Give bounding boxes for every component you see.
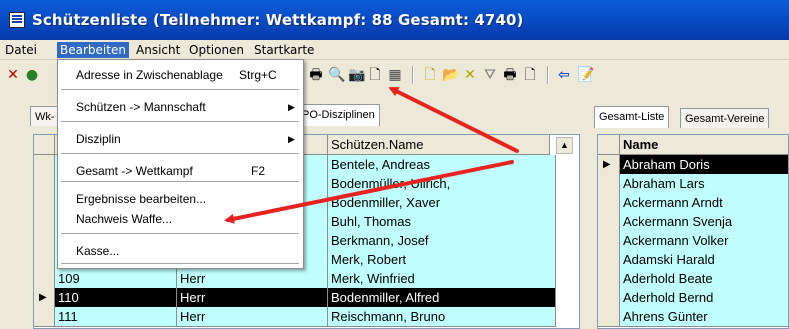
arrow-to-toolbar-icon: [388, 87, 519, 153]
annotation-arrows: [224, 87, 519, 224]
arrow-to-nachweis-waffe: [224, 160, 514, 224]
